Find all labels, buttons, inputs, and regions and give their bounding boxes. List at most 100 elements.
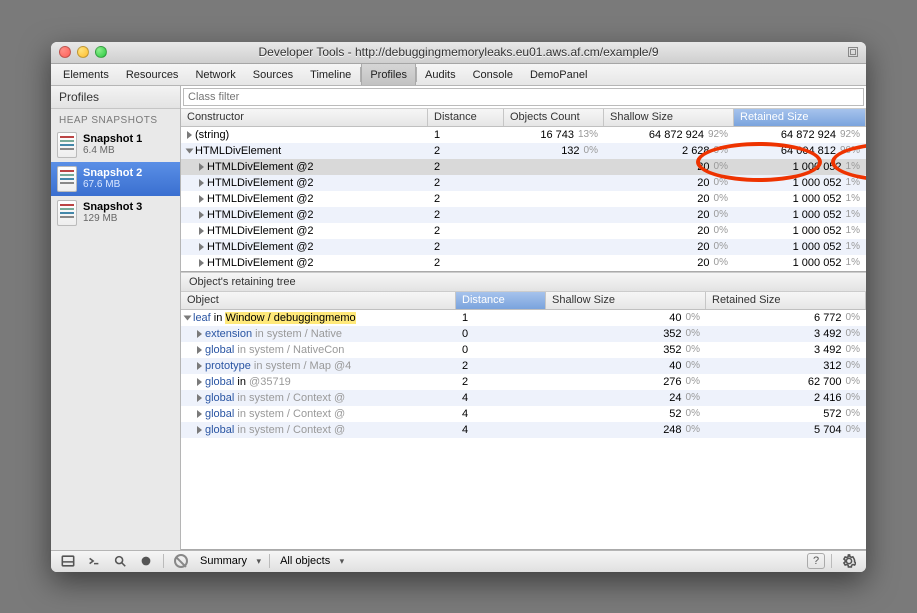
object-path: global in system / Context @ <box>205 392 345 404</box>
table-row[interactable]: global in system / Context @ 4 2480% 5 7… <box>181 422 866 438</box>
tab-resources[interactable]: Resources <box>118 64 188 85</box>
table-row[interactable]: leaf in Window / debuggingmemo 1 400% 6 … <box>181 310 866 326</box>
class-filter-input[interactable] <box>183 88 864 106</box>
table-row[interactable]: global in @35719 2 2760% 62 7000% <box>181 374 866 390</box>
expand-icon[interactable] <box>197 346 202 354</box>
constructor-name: HTMLDivElement @2 <box>207 209 314 221</box>
help-button[interactable]: ? <box>807 553 825 569</box>
clear-icon[interactable] <box>170 552 192 570</box>
snapshot-size: 67.6 MB <box>83 179 142 190</box>
minimize-window-button[interactable] <box>77 46 89 58</box>
table-row[interactable]: global in system / Context @ 4 240% 2 41… <box>181 390 866 406</box>
snapshot-icon <box>57 132 77 158</box>
snapshot-name: Snapshot 2 <box>83 167 142 179</box>
divider <box>163 554 164 568</box>
table-row[interactable]: HTMLDivElement @2 2 200% 1 000 0521% <box>181 223 866 239</box>
record-icon[interactable] <box>135 552 157 570</box>
expand-icon[interactable] <box>199 243 204 251</box>
snapshot-item[interactable]: Snapshot 2 67.6 MB <box>51 162 180 196</box>
object-path: prototype in system / Map @4 <box>205 360 351 372</box>
titlebar: Developer Tools - http://debuggingmemory… <box>51 42 866 64</box>
sidebar: Profiles HEAP SNAPSHOTS Snapshot 1 6.4 M… <box>51 86 181 550</box>
col-object[interactable]: Object <box>181 292 456 309</box>
tab-sources[interactable]: Sources <box>245 64 302 85</box>
snapshot-size: 129 MB <box>83 213 142 224</box>
settings-gear-icon[interactable] <box>838 552 860 570</box>
col-shallow-size[interactable]: Shallow Size <box>604 109 734 126</box>
view-mode-select[interactable]: Summary <box>196 555 263 567</box>
traffic-lights <box>59 46 107 58</box>
snapshot-item[interactable]: Snapshot 1 6.4 MB <box>51 128 180 162</box>
expand-icon[interactable] <box>187 131 192 139</box>
col-shallow-size[interactable]: Shallow Size <box>546 292 706 309</box>
table-row[interactable]: HTMLDivElement @2 2 200% 1 000 0521% <box>181 159 866 175</box>
expand-icon[interactable] <box>197 426 202 434</box>
constructor-name: HTMLDivElement @2 <box>207 225 314 237</box>
retaining-tree-grid: Object Distance Shallow Size Retained Si… <box>181 292 866 550</box>
table-row[interactable]: HTMLDivElement @2 2 200% 1 000 0521% <box>181 175 866 191</box>
col-constructor[interactable]: Constructor <box>181 109 428 126</box>
tab-network[interactable]: Network <box>187 64 244 85</box>
table-row[interactable]: HTMLDivElement @2 2 200% 1 000 0521% <box>181 207 866 223</box>
window-title: Developer Tools - http://debuggingmemory… <box>51 45 866 59</box>
table-row[interactable]: prototype in system / Map @4 2 400% 3120… <box>181 358 866 374</box>
expand-icon[interactable] <box>197 362 202 370</box>
tab-demopanel[interactable]: DemoPanel <box>522 64 596 85</box>
objects-filter-select[interactable]: All objects <box>276 555 346 567</box>
object-path: global in system / Context @ <box>205 408 345 420</box>
table-row[interactable]: HTMLDivElement @2 2 200% 1 000 0521% <box>181 255 866 271</box>
expand-icon[interactable] <box>199 227 204 235</box>
table-row[interactable]: HTMLDivElement @2 2 200% 1 000 0521% <box>181 191 866 207</box>
sidebar-title: Profiles <box>51 86 180 109</box>
expand-icon[interactable] <box>197 378 202 386</box>
fullscreen-icon[interactable] <box>848 47 858 57</box>
zoom-window-button[interactable] <box>95 46 107 58</box>
ret-grid-header: Object Distance Shallow Size Retained Si… <box>181 292 866 310</box>
constructor-name: HTMLDivElement <box>195 145 281 157</box>
expand-icon[interactable] <box>197 410 202 418</box>
col-distance[interactable]: Distance <box>428 109 504 126</box>
devtools-window: Developer Tools - http://debuggingmemory… <box>51 42 866 572</box>
expand-icon[interactable] <box>184 315 192 320</box>
expand-icon[interactable] <box>197 330 202 338</box>
expand-icon[interactable] <box>199 179 204 187</box>
snapshot-icon <box>57 200 77 226</box>
expand-icon[interactable] <box>199 163 204 171</box>
grid-header: Constructor Distance Objects Count Shall… <box>181 109 866 127</box>
tab-timeline[interactable]: Timeline <box>302 64 360 85</box>
tab-audits[interactable]: Audits <box>417 64 465 85</box>
snapshot-icon <box>57 166 77 192</box>
table-row[interactable]: global in system / NativeCon 0 3520% 3 4… <box>181 342 866 358</box>
constructor-name: HTMLDivElement @2 <box>207 161 314 173</box>
table-row[interactable]: extension in system / Native 0 3520% 3 4… <box>181 326 866 342</box>
col-distance[interactable]: Distance <box>456 292 546 309</box>
tab-elements[interactable]: Elements <box>55 64 118 85</box>
expand-icon[interactable] <box>186 148 194 153</box>
dock-icon[interactable] <box>57 552 79 570</box>
expand-icon[interactable] <box>199 195 204 203</box>
tab-profiles[interactable]: Profiles <box>361 64 416 85</box>
snapshot-item[interactable]: Snapshot 3 129 MB <box>51 196 180 230</box>
expand-icon[interactable] <box>197 394 202 402</box>
tab-console[interactable]: Console <box>465 64 522 85</box>
main-content: Constructor Distance Objects Count Shall… <box>181 86 866 550</box>
col-objects-count[interactable]: Objects Count <box>504 109 604 126</box>
col-retained-size[interactable]: Retained Size <box>706 292 866 309</box>
table-row[interactable]: (string) 1 16 74313% 64 872 92492% 64 87… <box>181 127 866 143</box>
col-retained-size[interactable]: Retained Size <box>734 109 866 126</box>
object-path: leaf in Window / debuggingmemo <box>193 312 356 324</box>
search-icon[interactable] <box>109 552 131 570</box>
object-path: global in system / Context @ <box>205 424 345 436</box>
statusbar: Summary All objects ? <box>51 550 866 572</box>
panel-tabs: ElementsResourcesNetworkSourcesTimelineP… <box>51 64 866 86</box>
close-window-button[interactable] <box>59 46 71 58</box>
table-row[interactable]: HTMLDivElement 2 1320% 2 6280% 64 004 81… <box>181 143 866 159</box>
table-row[interactable]: global in system / Context @ 4 520% 5720… <box>181 406 866 422</box>
snapshot-name: Snapshot 1 <box>83 133 142 145</box>
expand-icon[interactable] <box>199 259 204 267</box>
divider <box>831 554 832 568</box>
divider <box>269 554 270 568</box>
console-icon[interactable] <box>83 552 105 570</box>
expand-icon[interactable] <box>199 211 204 219</box>
table-row[interactable]: HTMLDivElement @2 2 200% 1 000 0521% <box>181 239 866 255</box>
